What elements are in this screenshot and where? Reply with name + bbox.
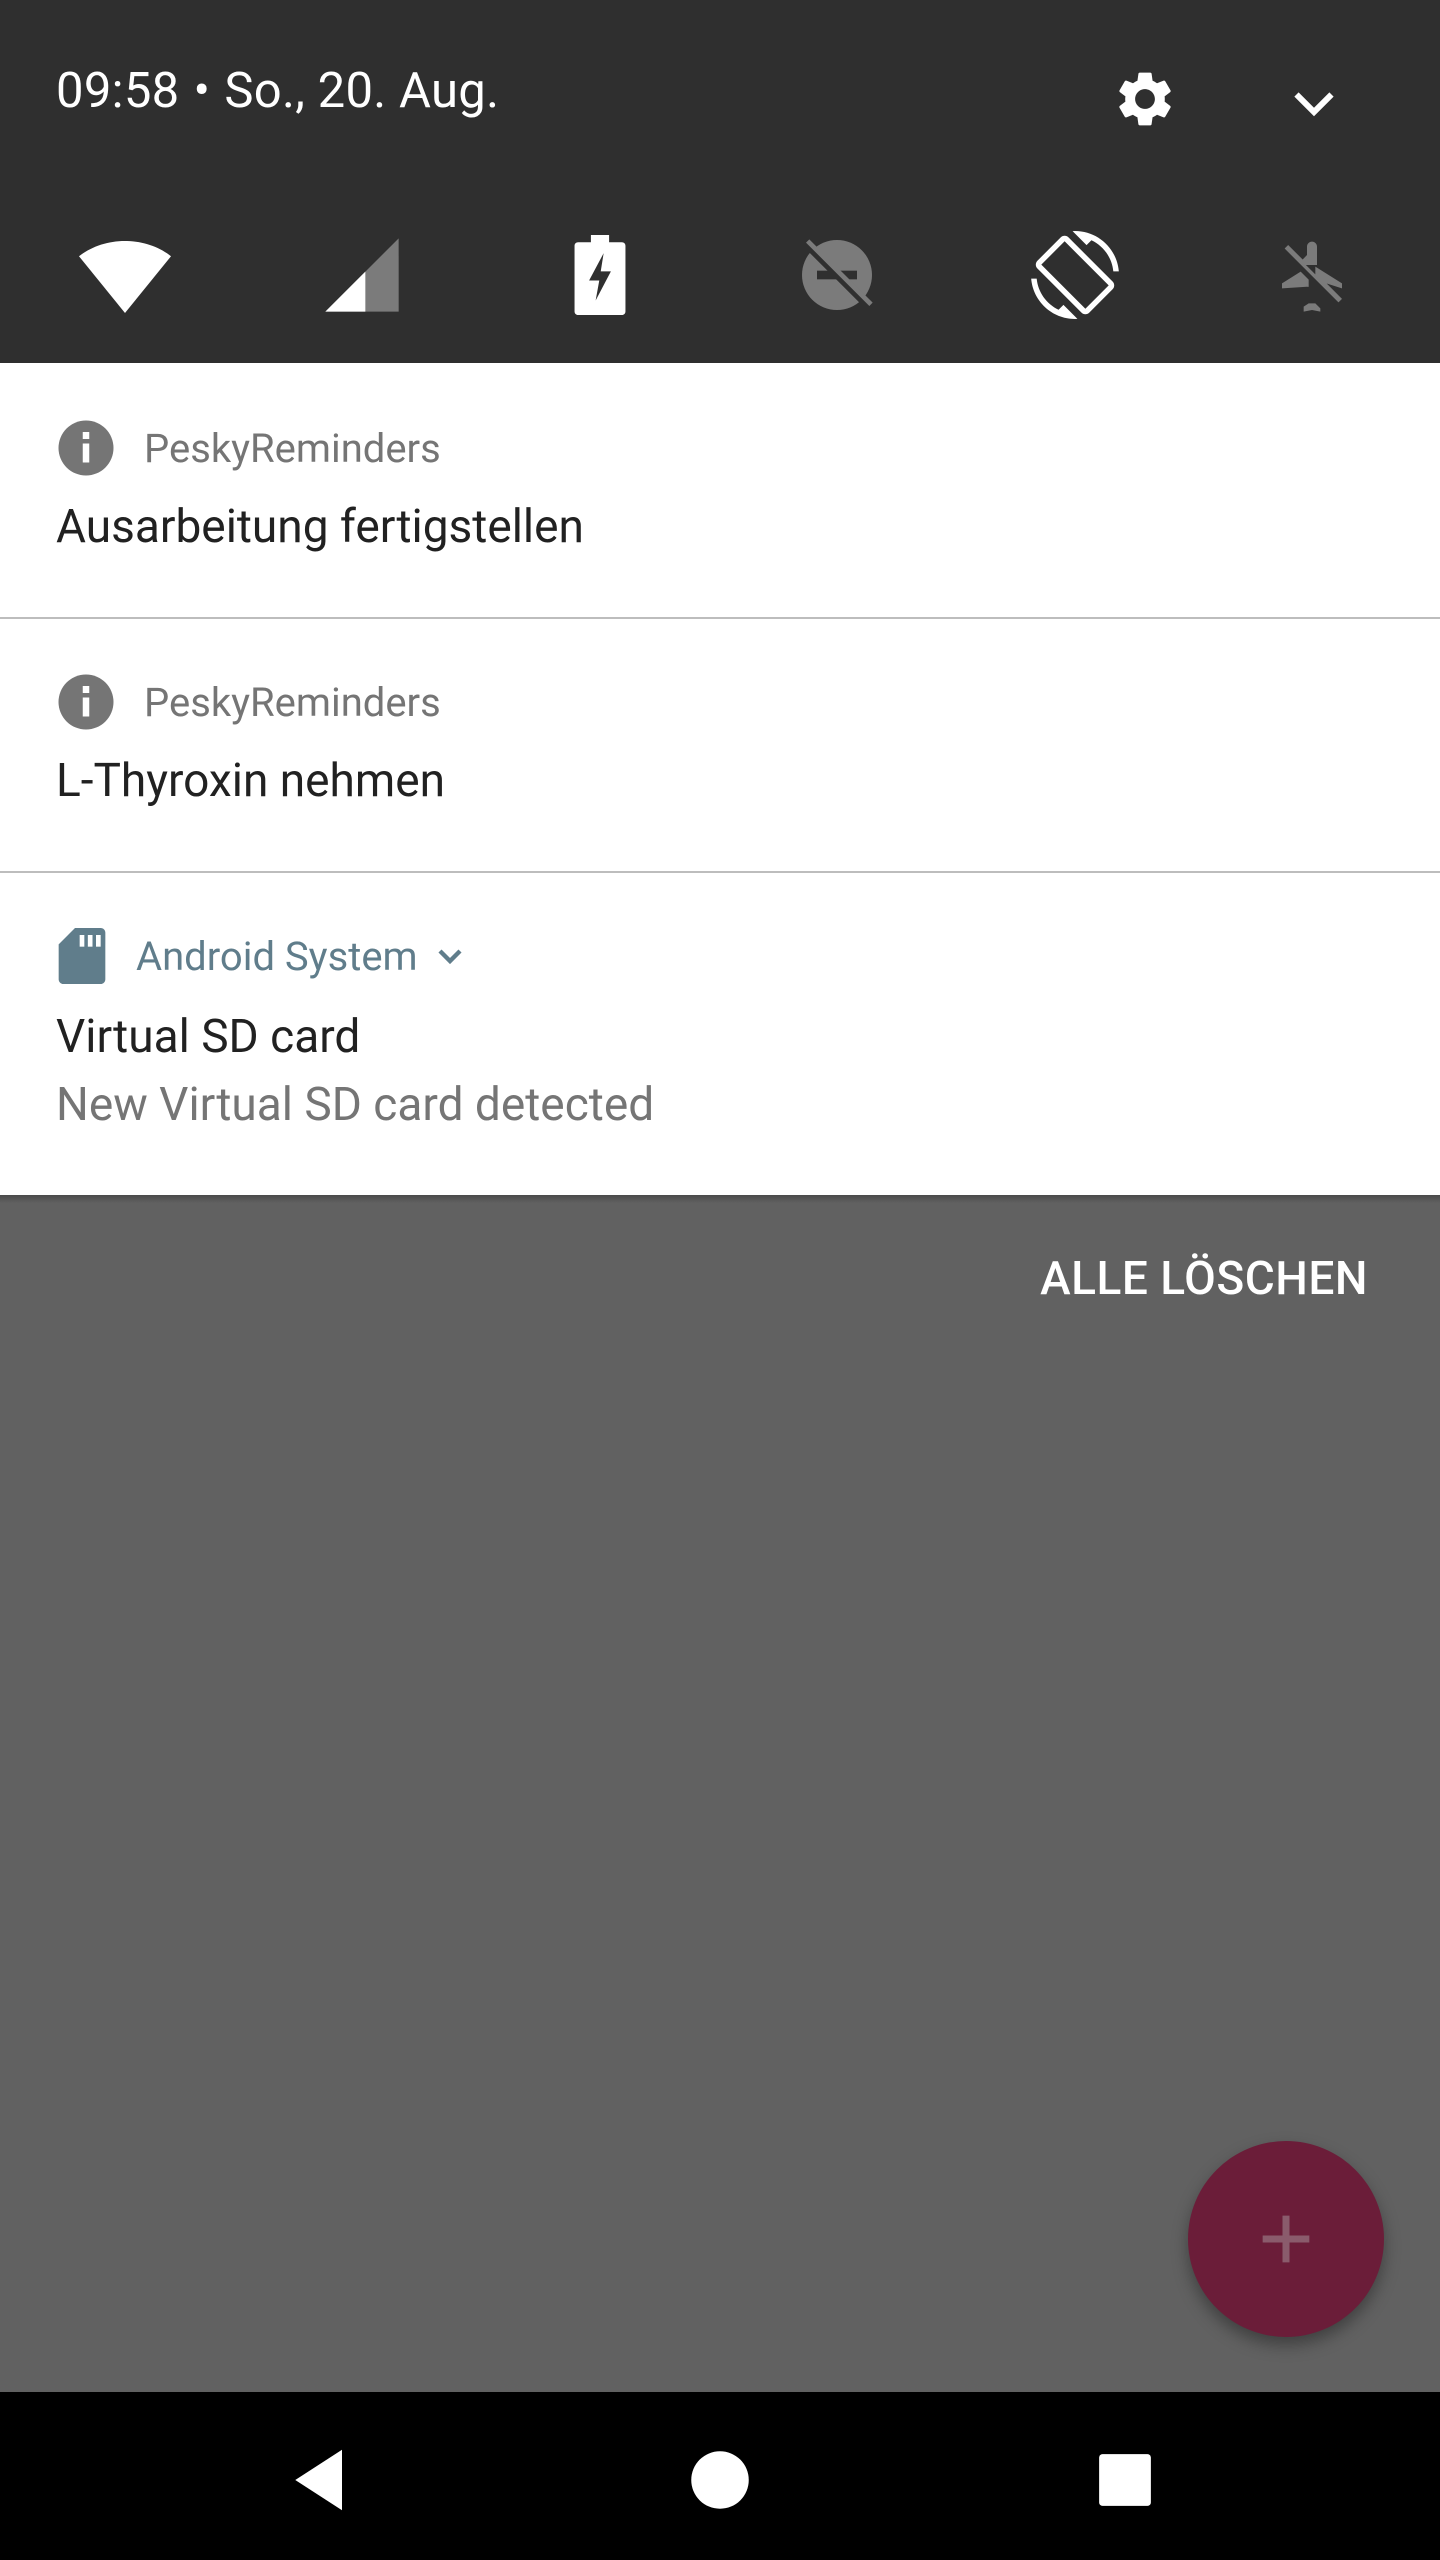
airplane-mode-icon[interactable] (1262, 225, 1362, 325)
settings-icon[interactable] (1112, 66, 1178, 136)
date-time: 09:58 • So., 20. Aug. (56, 62, 499, 119)
notification-header[interactable]: Android System (56, 928, 470, 984)
separator: • (193, 62, 211, 119)
back-icon[interactable] (270, 2430, 370, 2530)
date: So., 20. Aug. (224, 62, 500, 119)
expand-chevron-icon[interactable] (1284, 72, 1344, 136)
wifi-icon[interactable] (75, 225, 175, 325)
cell-signal-icon[interactable] (312, 225, 412, 325)
clear-all-button[interactable]: ALLE LÖSCHEN (1040, 1252, 1368, 1306)
auto-rotate-icon[interactable] (1025, 225, 1125, 325)
recents-icon[interactable] (1075, 2430, 1175, 2530)
info-icon (58, 420, 114, 476)
notification-title: Ausarbeitung fertigstellen (56, 500, 584, 554)
app-name: PeskyReminders (144, 424, 441, 472)
notification-header: PeskyReminders (56, 672, 441, 732)
sd-card-icon (58, 928, 106, 984)
notification-card[interactable]: PeskyReminders Ausarbeitung fertigstelle… (0, 363, 1440, 617)
navigation-bar (0, 2392, 1440, 2560)
battery-charging-icon[interactable] (550, 225, 650, 325)
notification-title: Virtual SD card (56, 1010, 361, 1064)
notification-card[interactable]: Android System Virtual SD card New Virtu… (0, 873, 1440, 1195)
notification-card[interactable]: PeskyReminders L-Thyroxin nehmen (0, 619, 1440, 871)
home-icon[interactable] (670, 2430, 770, 2530)
notification-text: New Virtual SD card detected (56, 1078, 655, 1132)
notification-title: L-Thyroxin nehmen (56, 754, 446, 808)
panel-shadow (0, 1195, 1440, 1203)
do-not-disturb-off-icon[interactable] (787, 225, 887, 325)
plus-icon (1262, 2215, 1310, 2263)
notification-header: PeskyReminders (56, 418, 441, 478)
quick-settings-panel: 09:58 • So., 20. Aug. (0, 0, 1440, 363)
expand-chevron-icon[interactable] (430, 936, 470, 976)
app-name: Android System (136, 932, 418, 980)
clock: 09:58 (56, 62, 180, 119)
add-fab-button[interactable] (1188, 2141, 1384, 2337)
app-name: PeskyReminders (144, 678, 441, 726)
info-icon (58, 674, 114, 730)
